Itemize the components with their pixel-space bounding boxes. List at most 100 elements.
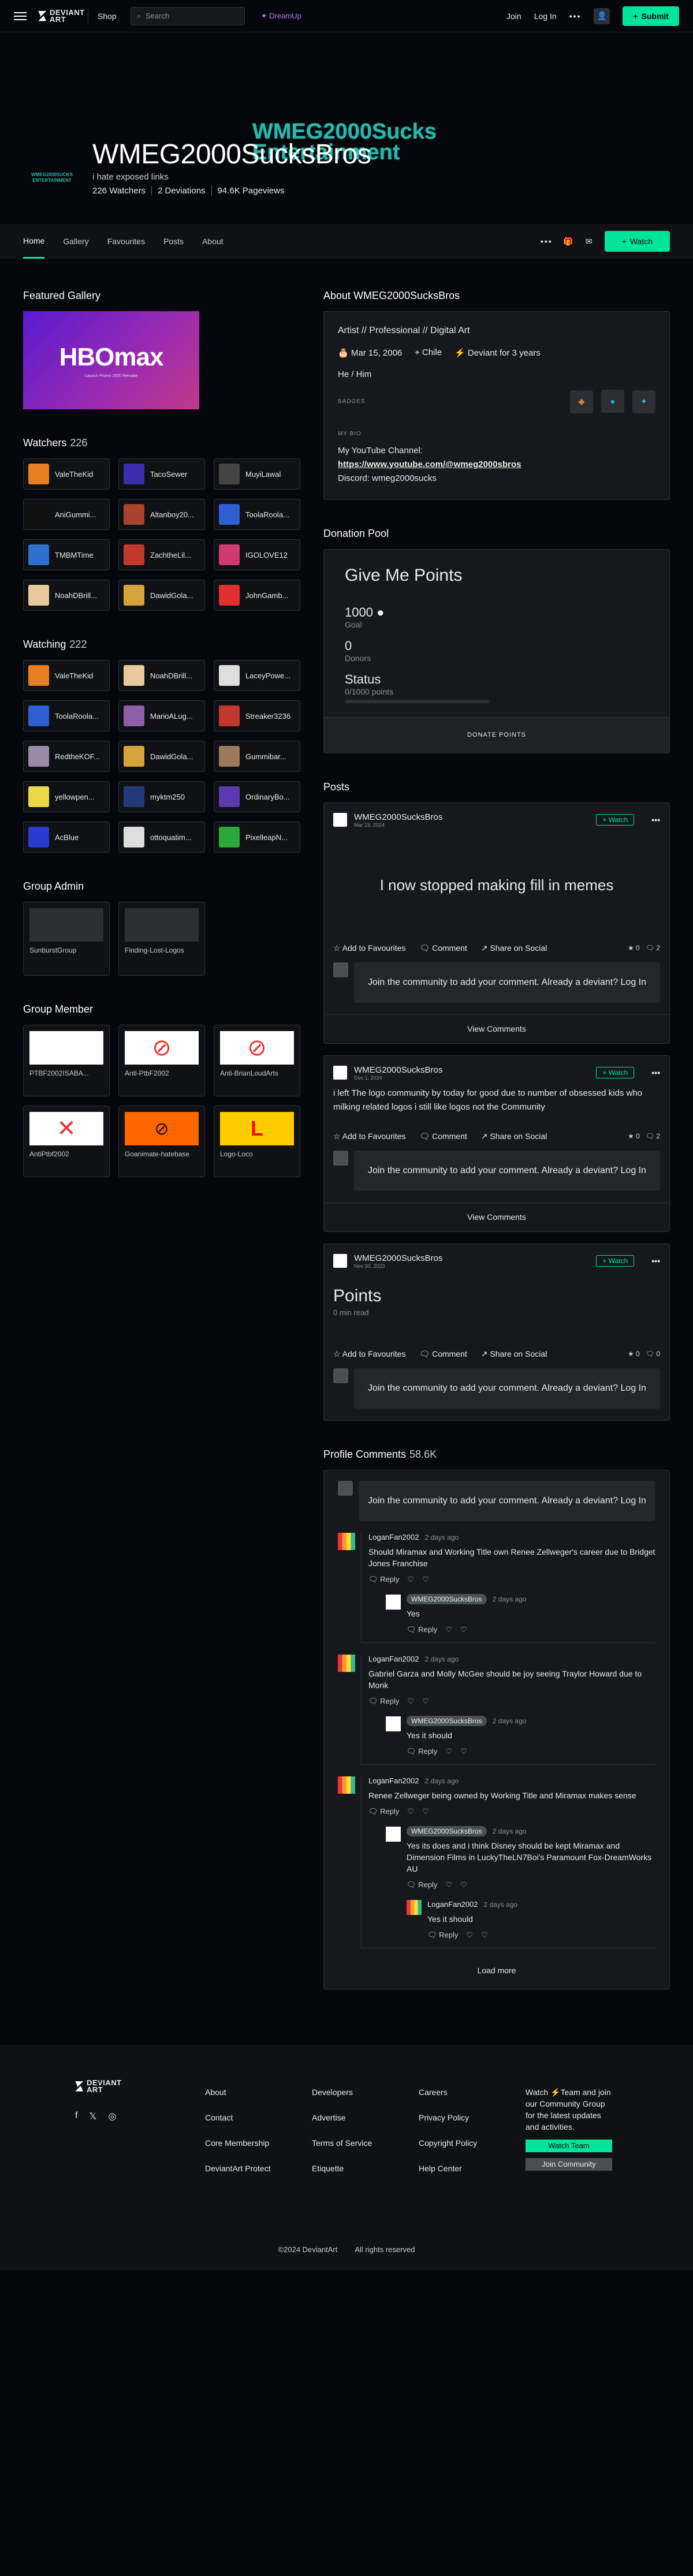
badge-icon[interactable]: ✦ bbox=[632, 390, 655, 413]
reply-button[interactable]: 🗨 Reply bbox=[368, 1575, 399, 1584]
tab-favourites[interactable]: Favourites bbox=[107, 224, 145, 259]
facebook-icon[interactable]: f bbox=[75, 2111, 77, 2122]
dreamup-link[interactable]: ✦ DreamUp bbox=[261, 12, 301, 21]
footer-link[interactable]: DeviantArt Protect bbox=[205, 2156, 312, 2181]
user-card[interactable]: MuyiLawal bbox=[214, 458, 300, 490]
badge-icon[interactable]: ● bbox=[601, 390, 624, 413]
user-card[interactable]: ottoquatim... bbox=[118, 822, 205, 853]
footer-link[interactable]: Privacy Policy bbox=[419, 2105, 526, 2130]
add-favourite-button[interactable]: ☆ Add to Favourites bbox=[333, 1132, 405, 1141]
user-card[interactable]: NoahDBrill... bbox=[118, 660, 205, 691]
comment-button[interactable]: 🗨 Comment bbox=[419, 943, 467, 953]
deviantart-logo[interactable]: DEVIANT ART bbox=[38, 9, 84, 23]
user-card[interactable]: Gummibar... bbox=[214, 741, 300, 772]
user-card[interactable]: myktm250 bbox=[118, 781, 205, 812]
footer-link[interactable]: Advertise bbox=[312, 2105, 419, 2130]
group-card[interactable]: L Logo-Loco bbox=[214, 1106, 300, 1177]
login-link[interactable]: Log In bbox=[534, 12, 557, 21]
watchers-count[interactable]: 226 Watchers bbox=[92, 186, 146, 196]
user-card[interactable]: DawidGola... bbox=[118, 580, 205, 611]
user-card[interactable]: AniGummi... bbox=[23, 499, 110, 530]
group-card[interactable]: ⊘ Anti-BrianLoudArts bbox=[214, 1025, 300, 1096]
like-icon[interactable]: ♡ bbox=[445, 1747, 452, 1756]
watch-button[interactable]: + Watch bbox=[604, 231, 670, 252]
user-card[interactable]: Streaker3236 bbox=[214, 700, 300, 731]
tab-posts[interactable]: Posts bbox=[163, 224, 184, 259]
user-card[interactable]: DawidGola... bbox=[118, 741, 205, 772]
mail-icon[interactable]: ✉ bbox=[584, 236, 594, 247]
commenter-avatar[interactable] bbox=[338, 1532, 355, 1550]
reply-button[interactable]: 🗨 Reply bbox=[407, 1625, 437, 1634]
tab-home[interactable]: Home bbox=[23, 224, 45, 259]
user-card[interactable]: AcBlue bbox=[23, 822, 110, 853]
user-card[interactable]: yellowpen... bbox=[23, 781, 110, 812]
dislike-icon[interactable]: ♡ bbox=[422, 1697, 429, 1706]
load-more-button[interactable]: Load more bbox=[338, 1966, 655, 1975]
commenter-avatar[interactable] bbox=[338, 1654, 355, 1672]
more-icon[interactable]: ••• bbox=[651, 1256, 660, 1265]
gift-icon[interactable]: 🎁 bbox=[563, 236, 573, 247]
profile-avatar[interactable]: WMEG2000SUCKS ENTERTAINMENT bbox=[23, 155, 81, 201]
add-favourite-button[interactable]: ☆ Add to Favourites bbox=[333, 1349, 405, 1359]
reply-button[interactable]: 🗨 Reply bbox=[368, 1807, 399, 1816]
like-icon[interactable]: ♡ bbox=[407, 1807, 414, 1816]
reply-button[interactable]: 🗨 Reply bbox=[407, 1747, 437, 1756]
deviations-count[interactable]: 2 Deviations bbox=[151, 186, 206, 196]
watch-author-button[interactable]: + Watch bbox=[596, 1067, 635, 1078]
more-menu-icon[interactable]: ••• bbox=[569, 12, 582, 21]
group-card[interactable]: PTBF2002ISABA... bbox=[23, 1025, 110, 1096]
reply-button[interactable]: 🗨 Reply bbox=[368, 1697, 399, 1706]
like-icon[interactable]: ♡ bbox=[407, 1697, 414, 1706]
footer-link[interactable]: Terms of Service bbox=[312, 2130, 419, 2156]
user-avatar-icon[interactable]: 👤 bbox=[594, 8, 610, 24]
group-card[interactable]: SunburstGroup bbox=[23, 902, 110, 976]
user-card[interactable]: TMBMTime bbox=[23, 539, 110, 570]
footer-link[interactable]: Help Center bbox=[419, 2156, 526, 2181]
watch-author-button[interactable]: + Watch bbox=[596, 814, 635, 826]
user-card[interactable]: ValeTheKid bbox=[23, 660, 110, 691]
join-community-button[interactable]: Join Community bbox=[526, 2157, 612, 2171]
footer-link[interactable]: Etiquette bbox=[312, 2156, 419, 2181]
user-card[interactable]: ToolaRoola... bbox=[214, 499, 300, 530]
badge-icon[interactable]: ◆ bbox=[570, 390, 593, 413]
add-favourite-button[interactable]: ☆ Add to Favourites bbox=[333, 943, 405, 953]
comment-button[interactable]: 🗨 Comment bbox=[419, 1349, 467, 1359]
user-card[interactable]: MarioALug... bbox=[118, 700, 205, 731]
dislike-icon[interactable]: ♡ bbox=[460, 1880, 467, 1890]
reply-button[interactable]: 🗨 Reply bbox=[407, 1880, 437, 1890]
more-icon[interactable]: ••• bbox=[651, 1068, 660, 1077]
instagram-icon[interactable]: ◎ bbox=[108, 2111, 116, 2122]
comment-button[interactable]: 🗨 Comment bbox=[419, 1132, 467, 1141]
dislike-icon[interactable]: ♡ bbox=[460, 1625, 467, 1634]
footer-link[interactable]: Developers bbox=[312, 2080, 419, 2105]
like-icon[interactable]: ♡ bbox=[407, 1575, 414, 1584]
user-card[interactable]: NoahDBrill... bbox=[23, 580, 110, 611]
like-icon[interactable]: ♡ bbox=[445, 1625, 452, 1634]
user-card[interactable]: ZachtheLil... bbox=[118, 539, 205, 570]
footer-link[interactable]: Core Membership bbox=[205, 2130, 312, 2156]
view-comments-button[interactable]: View Comments bbox=[324, 1014, 669, 1043]
user-card[interactable]: ToolaRoola... bbox=[23, 700, 110, 731]
like-icon[interactable]: ♡ bbox=[466, 1931, 473, 1940]
share-button[interactable]: ↗ Share on Social bbox=[481, 1132, 547, 1141]
dislike-icon[interactable]: ♡ bbox=[422, 1575, 429, 1584]
x-icon[interactable]: 𝕏 bbox=[89, 2111, 96, 2122]
tab-about[interactable]: About bbox=[202, 224, 223, 259]
footer-link[interactable]: Copyright Policy bbox=[419, 2130, 526, 2156]
dislike-icon[interactable]: ♡ bbox=[481, 1931, 488, 1940]
search-input[interactable]: ⌕ Search bbox=[130, 6, 245, 25]
group-card[interactable]: ✕ AntiPtbf2002 bbox=[23, 1106, 110, 1177]
footer-link[interactable]: About bbox=[205, 2080, 312, 2105]
share-button[interactable]: ↗ Share on Social bbox=[481, 1349, 547, 1359]
view-comments-button[interactable]: View Comments bbox=[324, 1202, 669, 1231]
more-options-icon[interactable]: ••• bbox=[541, 237, 553, 246]
watching-title[interactable]: Watching 222 bbox=[23, 639, 300, 651]
youtube-link[interactable]: https://www.youtube.com/@wmeg2000sbros bbox=[338, 460, 521, 469]
more-icon[interactable]: ••• bbox=[651, 815, 660, 824]
group-card[interactable]: ⊘ Goanimate-hatebase bbox=[118, 1106, 205, 1177]
user-card[interactable]: Altanboy20... bbox=[118, 499, 205, 530]
share-button[interactable]: ↗ Share on Social bbox=[481, 943, 547, 953]
watchers-title[interactable]: Watchers 226 bbox=[23, 437, 300, 449]
menu-icon[interactable] bbox=[14, 12, 27, 20]
user-card[interactable]: JohnGamb... bbox=[214, 580, 300, 611]
